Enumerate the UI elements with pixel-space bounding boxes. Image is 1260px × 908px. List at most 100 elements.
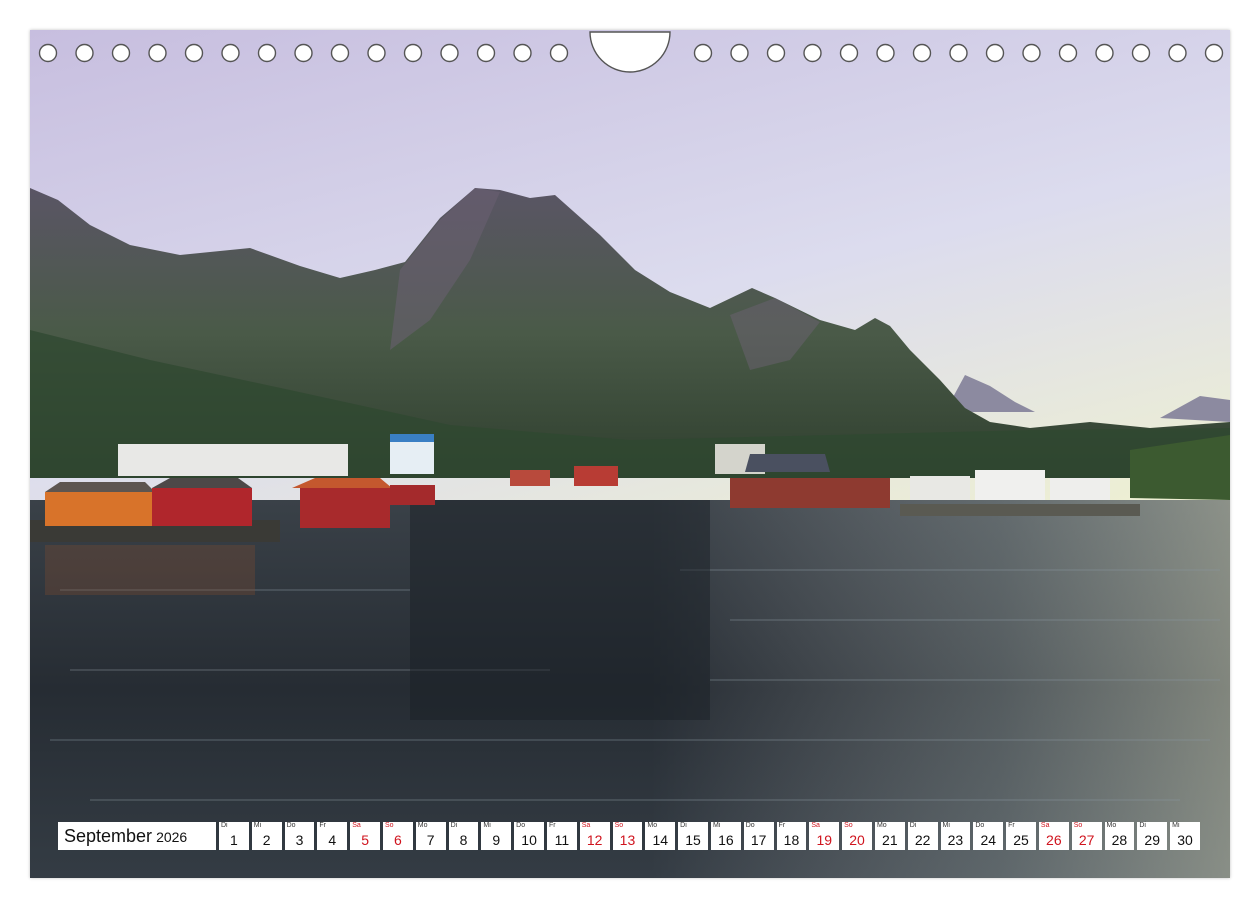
day-number: 30 <box>1170 832 1200 848</box>
day-cell: So 6 <box>383 822 413 850</box>
day-cell: Fr4 <box>317 822 347 850</box>
day-cell: Di 15 <box>678 822 708 850</box>
binding-hole <box>76 45 93 62</box>
day-number: 6 <box>383 832 413 848</box>
day-cell: Sa 26 <box>1039 822 1069 850</box>
weekday-label: Sa <box>582 822 591 830</box>
day-cell: Mo7 <box>416 822 446 850</box>
day-cell: So27 <box>1072 822 1102 850</box>
binding-hole <box>731 45 748 62</box>
calendar-strip: September 2026 Di1Mi2Do3Fr4Sa5So6Mo7Di8M… <box>58 822 1203 850</box>
binding-hole <box>987 45 1004 62</box>
day-cell: Mo 28 <box>1105 822 1135 850</box>
weekday-label: Mi <box>254 822 261 830</box>
weekday-label: Mi <box>943 822 950 830</box>
binding-hole <box>914 45 931 62</box>
day-number: 7 <box>416 832 446 848</box>
day-cell: Mi 23 <box>941 822 971 850</box>
weekday-label: Mi <box>1172 822 1179 830</box>
day-number: 12 <box>580 832 610 848</box>
day-number: 26 <box>1039 832 1069 848</box>
binding-hole <box>1023 45 1040 62</box>
weekday-label: Di <box>1139 822 1146 830</box>
day-number: 11 <box>547 832 577 848</box>
calendar-page: September 2026 Di1Mi2Do3Fr4Sa5So6Mo7Di8M… <box>30 30 1230 878</box>
binding-holes <box>0 0 1260 80</box>
day-cell: Do 17 <box>744 822 774 850</box>
day-number: 19 <box>809 832 839 848</box>
binding-hole <box>1169 45 1186 62</box>
weekday-label: Sa <box>1041 822 1050 830</box>
binding-hole <box>222 45 239 62</box>
weekday-label: Di <box>451 822 458 830</box>
weekday-label: Mo <box>647 822 657 830</box>
day-cell: So20 <box>842 822 872 850</box>
weekday-label: Di <box>680 822 687 830</box>
day-number: 10 <box>514 832 544 848</box>
weekday-label: Do <box>516 822 525 830</box>
day-cell: So13 <box>613 822 643 850</box>
weekday-label: Fr <box>1008 822 1015 830</box>
day-cell: Mo 21 <box>875 822 905 850</box>
day-number: 2 <box>252 832 282 848</box>
weekday-label: So <box>1074 822 1083 830</box>
weekday-label: Do <box>746 822 755 830</box>
binding-hole <box>478 45 495 62</box>
hanger-notch <box>590 32 670 72</box>
binding-hole <box>514 45 531 62</box>
day-number: 16 <box>711 832 741 848</box>
day-cell: Do 10 <box>514 822 544 850</box>
day-number: 28 <box>1105 832 1135 848</box>
day-number: 18 <box>777 832 807 848</box>
weekday-label: Do <box>287 822 296 830</box>
weekday-label: Fr <box>779 822 786 830</box>
day-cell: Di22 <box>908 822 938 850</box>
day-number: 8 <box>449 832 479 848</box>
day-cell: Mi 2 <box>252 822 282 850</box>
binding-hole <box>149 45 166 62</box>
weekday-label: Do <box>975 822 984 830</box>
binding-hole <box>768 45 785 62</box>
binding-hole <box>259 45 276 62</box>
day-cell: Do 24 <box>973 822 1003 850</box>
day-cell: Sa 12 <box>580 822 610 850</box>
harbor-photo <box>30 30 1230 878</box>
day-number: 21 <box>875 832 905 848</box>
weekday-label: Di <box>221 822 228 830</box>
binding-hole <box>405 45 422 62</box>
weekday-label: So <box>844 822 853 830</box>
weekday-label: Mo <box>1107 822 1117 830</box>
weekday-label: Mi <box>483 822 490 830</box>
day-cell: Mo14 <box>645 822 675 850</box>
day-cell: Sa19 <box>809 822 839 850</box>
day-number: 24 <box>973 832 1003 848</box>
binding-hole <box>804 45 821 62</box>
day-number: 9 <box>481 832 511 848</box>
day-cell: Di 8 <box>449 822 479 850</box>
weekday-label: Mo <box>877 822 887 830</box>
day-number: 13 <box>613 832 643 848</box>
day-cell: Mi16 <box>711 822 741 850</box>
day-number: 5 <box>350 832 380 848</box>
month-year: 2026 <box>156 829 187 845</box>
day-cell: Fr25 <box>1006 822 1036 850</box>
day-number: 15 <box>678 832 708 848</box>
day-cell: Fr 11 <box>547 822 577 850</box>
binding-hole <box>1206 45 1223 62</box>
binding-hole <box>441 45 458 62</box>
day-number: 4 <box>317 832 347 848</box>
day-number: 17 <box>744 832 774 848</box>
binding-hole <box>40 45 57 62</box>
weekday-label: So <box>385 822 394 830</box>
binding-hole <box>877 45 894 62</box>
day-number: 3 <box>285 832 315 848</box>
binding-hole <box>1133 45 1150 62</box>
weekday-label: Fr <box>549 822 556 830</box>
day-number: 23 <box>941 832 971 848</box>
binding-hole <box>186 45 203 62</box>
weekday-label: Sa <box>352 822 361 830</box>
day-cell: Mi 9 <box>481 822 511 850</box>
day-number: 1 <box>219 832 249 848</box>
day-number: 29 <box>1137 832 1167 848</box>
weekday-label: Di <box>910 822 917 830</box>
